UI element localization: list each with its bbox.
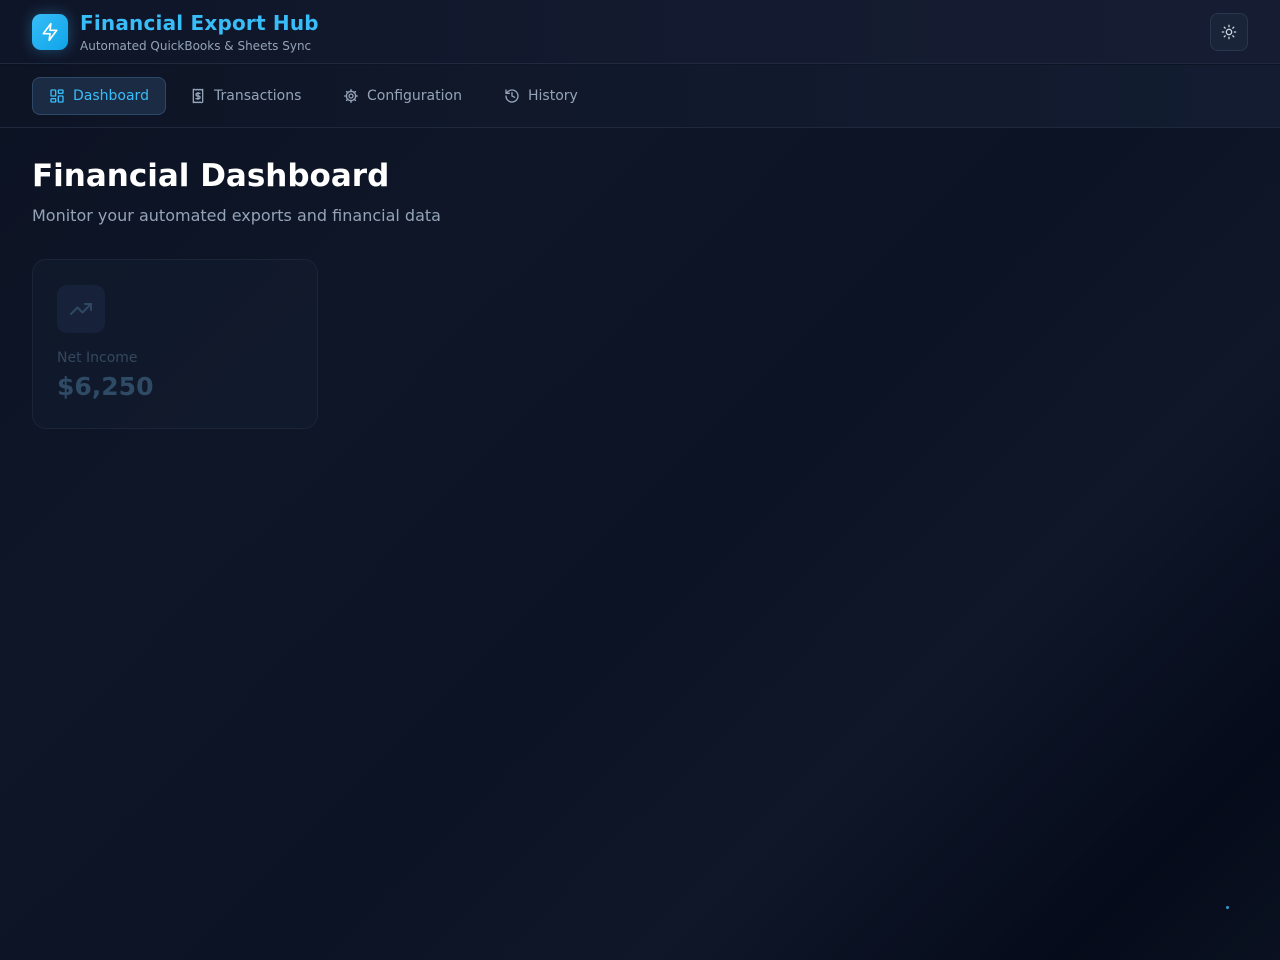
stat-card-net-income: Net Income $6,250 bbox=[32, 259, 318, 429]
grid-icon bbox=[50, 89, 64, 103]
app-subtitle: Automated QuickBooks & Sheets Sync bbox=[80, 39, 312, 53]
page-subtitle: Monitor your automated exports and finan… bbox=[32, 206, 441, 225]
sun-icon bbox=[1221, 24, 1237, 40]
main-nav: Dashboard Transactions Configuration His… bbox=[0, 65, 1280, 128]
tab-configuration-label: Configuration bbox=[367, 88, 462, 104]
lightning-icon bbox=[42, 22, 58, 42]
stat-icon-box bbox=[57, 285, 105, 333]
stat-value: $6,250 bbox=[57, 372, 154, 401]
gear-icon bbox=[344, 89, 358, 103]
tab-history[interactable]: History bbox=[488, 77, 594, 115]
tab-history-label: History bbox=[528, 88, 578, 104]
app-logo bbox=[32, 14, 68, 50]
top-header: Financial Export Hub Automated QuickBook… bbox=[0, 0, 1280, 64]
app-title: Financial Export Hub bbox=[80, 11, 319, 35]
decorative-dot bbox=[1226, 906, 1229, 909]
tab-transactions[interactable]: Transactions bbox=[174, 77, 317, 115]
receipt-dollar-icon bbox=[192, 88, 204, 104]
page-title: Financial Dashboard bbox=[32, 158, 390, 194]
theme-toggle-button[interactable] bbox=[1210, 13, 1248, 51]
tab-configuration[interactable]: Configuration bbox=[327, 77, 478, 115]
tab-transactions-label: Transactions bbox=[214, 88, 302, 104]
tab-dashboard[interactable]: Dashboard bbox=[32, 77, 166, 115]
stat-label: Net Income bbox=[57, 350, 138, 366]
trending-up-icon bbox=[70, 303, 92, 315]
tab-dashboard-label: Dashboard bbox=[73, 88, 149, 104]
history-icon bbox=[505, 89, 519, 103]
